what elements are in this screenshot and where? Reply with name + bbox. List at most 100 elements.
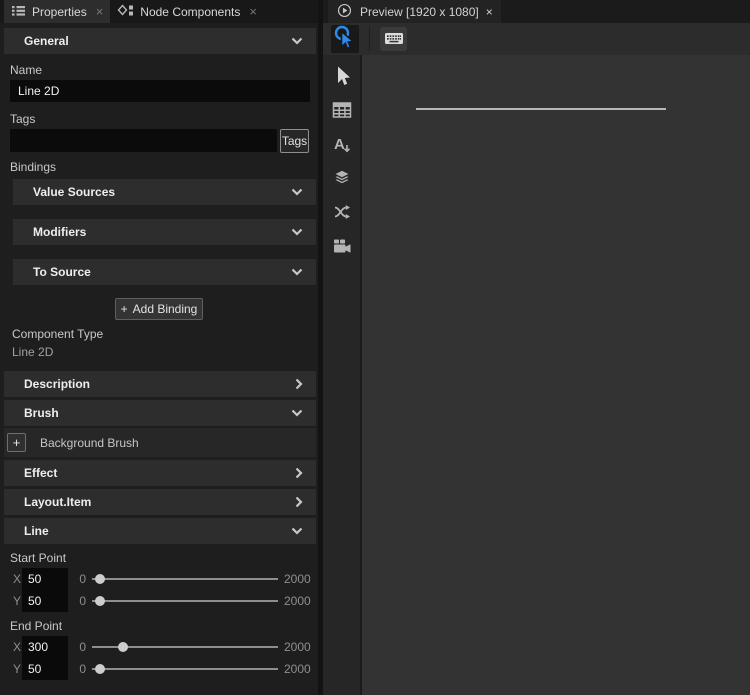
keyboard-icon [384,28,404,51]
section-value-sources-title: Value Sources [33,185,115,199]
slider-min-label: 0 [72,640,86,654]
grid-tool[interactable] [330,99,354,123]
chevron-down-icon [291,228,303,236]
slider-max-label: 2000 [284,572,314,586]
chevron-right-icon [295,496,303,508]
section-brush[interactable]: Brush [4,400,316,426]
slider-min-label: 0 [72,662,86,676]
slider-track [92,668,278,670]
start-point-y-row: Y 50 0 2000 [0,590,318,612]
preview-line [416,108,666,110]
slider-min-label: 0 [72,572,86,586]
plus-icon: + [121,302,128,316]
add-brush-button[interactable]: + [7,433,26,452]
interact-tool-button[interactable] [331,25,359,53]
add-binding-button[interactable]: + Add Binding [115,298,203,320]
section-effect-title: Effect [24,466,57,480]
end-point-x-row: X 300 0 2000 [0,636,318,658]
section-brush-title: Brush [24,406,59,420]
layers-icon [332,168,352,191]
chevron-right-icon [295,467,303,479]
start-point-x-row: X 50 0 2000 [0,568,318,590]
tags-row: Tags [10,129,318,153]
section-general-title: General [24,34,69,48]
chevron-down-icon [291,37,303,45]
camera-tool[interactable] [330,235,354,259]
connections-tool[interactable] [330,201,354,225]
background-brush-row: + Background Brush [4,428,316,457]
section-general[interactable]: General [4,28,316,54]
end-point-y-slider[interactable] [92,658,278,680]
keyboard-tool-button[interactable] [380,27,407,51]
preview-canvas[interactable] [362,55,750,695]
camera-icon [332,236,352,259]
pointer-tool[interactable] [330,65,354,89]
name-input[interactable]: Line 2D [10,80,310,102]
layers-tool[interactable] [330,167,354,191]
slider-track [92,600,278,602]
svg-text:A: A [334,136,345,153]
chevron-down-icon [291,527,303,535]
section-layout-item[interactable]: Layout.Item [4,489,316,515]
section-modifiers[interactable]: Modifiers [13,219,316,245]
start-point-x-input[interactable]: 50 [22,568,68,590]
chevron-right-icon [295,378,303,390]
section-to-source[interactable]: To Source [13,259,316,285]
tab-properties[interactable]: Properties × [4,0,110,23]
component-type-label: Component Type [12,327,318,341]
tab-properties-label: Properties [32,5,87,19]
end-point-y-input[interactable]: 50 [22,658,68,680]
pointer-icon [332,65,352,90]
section-line[interactable]: Line [4,518,316,544]
properties-panel: Properties × Node Components × General [0,0,318,695]
slider-track [92,578,278,580]
section-line-title: Line [24,524,49,538]
preview-panel: Preview [1920 x 1080] × [323,0,750,695]
tab-preview[interactable]: Preview [1920 x 1080] × [328,0,501,23]
section-modifiers-title: Modifiers [33,225,86,239]
slider-min-label: 0 [72,594,86,608]
slider-max-label: 2000 [284,640,314,654]
node-components-icon [117,3,134,21]
tab-preview-close-icon[interactable]: × [486,5,493,19]
toolbar-separator [369,27,370,51]
slider-thumb[interactable] [118,642,128,652]
shuffle-icon [332,202,352,225]
play-icon [336,2,353,22]
axis-y-label: Y [13,594,22,608]
axis-y-label: Y [13,662,22,676]
tags-button[interactable]: Tags [280,129,309,153]
bindings-label: Bindings [10,160,318,174]
start-point-y-input[interactable]: 50 [22,590,68,612]
start-point-y-slider[interactable] [92,590,278,612]
section-description[interactable]: Description [4,371,316,397]
slider-max-label: 2000 [284,662,314,676]
section-effect[interactable]: Effect [4,460,316,486]
click-pointer-icon [333,25,357,54]
axis-x-label: X [13,572,22,586]
tab-node-components-label: Node Components [140,5,240,19]
list-icon [11,3,26,21]
tags-input[interactable] [10,129,277,152]
tab-properties-close-icon[interactable]: × [96,5,104,18]
preview-tabbar: Preview [1920 x 1080] × [323,0,750,23]
end-point-x-input[interactable]: 300 [22,636,68,658]
grid-icon [332,101,352,122]
app-window: Properties × Node Components × General [0,0,750,695]
tab-node-components[interactable]: Node Components × [110,0,264,23]
slider-thumb[interactable] [95,664,105,674]
name-label: Name [10,63,318,77]
section-value-sources[interactable]: Value Sources [13,179,316,205]
tags-label: Tags [10,112,318,126]
tab-node-components-close-icon[interactable]: × [249,5,257,18]
start-point-x-slider[interactable] [92,568,278,590]
end-point-label: End Point [10,619,318,633]
end-point-x-slider[interactable] [92,636,278,658]
slider-thumb[interactable] [95,574,105,584]
section-to-source-title: To Source [33,265,91,279]
text-tool-icon: A [332,134,352,157]
section-layout-item-title: Layout.Item [24,495,91,509]
text-tool[interactable]: A [330,133,354,157]
slider-thumb[interactable] [95,596,105,606]
section-description-title: Description [24,377,90,391]
